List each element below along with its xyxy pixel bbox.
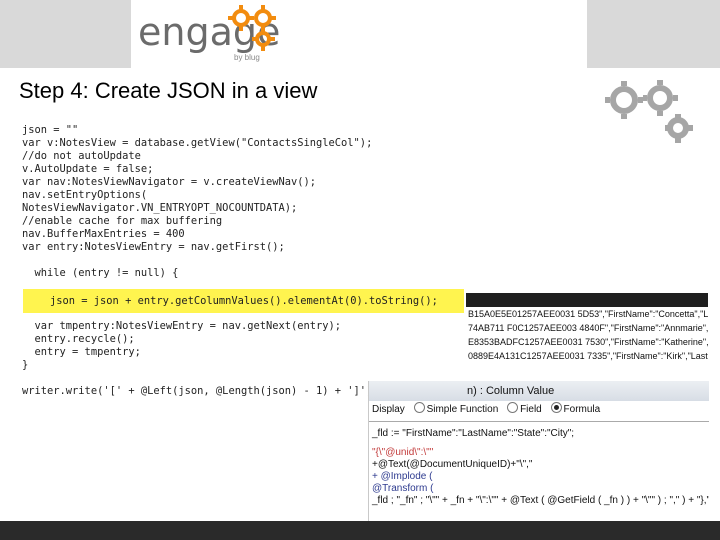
- field-label[interactable]: Field: [520, 404, 542, 415]
- code-snippet-bottom: var tmpentry:NotesViewEntry = nav.getNex…: [22, 320, 379, 398]
- slide-title: Step 4: Create JSON in a view: [19, 78, 318, 103]
- code-line: v.AutoUpdate = false;: [22, 163, 154, 175]
- display-options-row: Display Simple Function Field Formula: [369, 401, 709, 419]
- logo: engage by blug: [131, 0, 587, 68]
- formula-editor[interactable]: _fld := "FirstName":"LastName":"State":"…: [369, 421, 709, 521]
- code-line: //enable cache for max buffering: [22, 215, 223, 227]
- code-line: nav.BufferMaxEntries = 400: [22, 228, 185, 240]
- simple-function-label[interactable]: Simple Function: [427, 404, 499, 415]
- code-line: //do not autoUpdate: [22, 150, 141, 162]
- highlighted-code-line: json = json + entry.getColumnValues().el…: [50, 295, 438, 307]
- column-value-title: n) : Column Value: [369, 381, 709, 401]
- json-output-row: 0889E4A131C1257AEE0031 7335","FirstName"…: [468, 351, 708, 361]
- code-line: writer.write('[' + @Left(json, @Length(j…: [22, 385, 379, 397]
- simple-function-radio[interactable]: [413, 402, 425, 413]
- code-line: var nav:NotesViewNavigator = v.createVie…: [22, 176, 317, 188]
- code-line: json = "": [22, 124, 79, 136]
- field-radio[interactable]: [507, 402, 519, 413]
- code-line: var v:NotesView = database.getView("Cont…: [22, 137, 373, 149]
- json-output-row: 74AB711 F0C1257AEE003 4840F","FirstName"…: [468, 323, 708, 333]
- formula-radio[interactable]: [550, 402, 562, 413]
- decorative-gears-icon: [605, 80, 693, 143]
- footer-bar: [0, 521, 720, 540]
- code-line: nav.setEntryOptions(: [22, 189, 148, 201]
- formula-line: _fld ; "_fn" ; "\"" + _fn + "\":\"" + @T…: [372, 495, 709, 506]
- column-value-panel: n) : Column Value Display Simple Functio…: [368, 381, 709, 521]
- gears-icon: [228, 5, 276, 51]
- json-output-row: B15A0E5E01257AEE0031 5D53","FirstName":"…: [468, 309, 708, 319]
- formula-line: @Transform (: [372, 483, 434, 494]
- code-line: NotesViewNavigator.VN_ENTRYOPT_NOCOUNTDA…: [22, 202, 298, 214]
- code-line: while (entry != null) {: [22, 267, 179, 279]
- formula-label[interactable]: Formula: [564, 404, 601, 415]
- json-output-panel: B15A0E5E01257AEE0031 5D53","FirstName":"…: [466, 293, 708, 381]
- code-line: }: [22, 359, 29, 371]
- formula-line: "{\"@unid\":\"": [372, 447, 434, 458]
- code-line: entry.recycle();: [22, 333, 135, 345]
- logo-byline: by blug: [234, 53, 260, 62]
- formula-line: _fld := "FirstName":"LastName":"State":"…: [372, 428, 575, 439]
- code-snippet-top: json = "" var v:NotesView = database.getV…: [22, 124, 372, 280]
- code-line: var tmpentry:NotesViewEntry = nav.getNex…: [22, 320, 342, 332]
- code-line: var entry:NotesViewEntry = nav.getFirst(…: [22, 241, 285, 253]
- json-output-row: E8353BADFC1257AEE0031 7530","FirstName":…: [468, 337, 708, 347]
- json-output-header: [466, 293, 708, 307]
- code-line: entry = tmpentry;: [22, 346, 141, 358]
- formula-line: + @Implode (: [372, 471, 433, 482]
- formula-line: +@Text(@DocumentUniqueID)+"\",": [372, 459, 533, 470]
- display-label: Display: [372, 404, 405, 415]
